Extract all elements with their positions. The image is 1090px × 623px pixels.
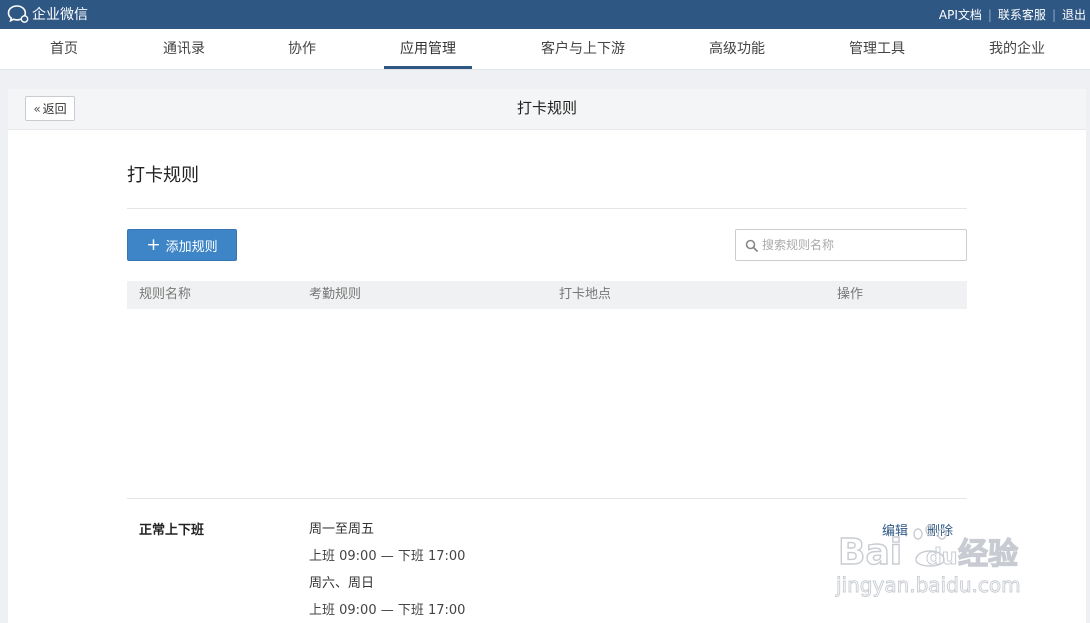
nav-item-contacts[interactable]: 通讯录 xyxy=(158,29,210,69)
search-input[interactable] xyxy=(762,230,962,260)
brand-name: 企业微信 xyxy=(32,7,88,23)
nav-item-customers[interactable]: 客户与上下游 xyxy=(536,29,630,69)
delete-link[interactable]: 删除 xyxy=(927,520,953,539)
top-bar: 企业微信 API文档 | 联系客服 | 退出 xyxy=(0,0,1090,29)
header-checkin-location: 打卡地点 xyxy=(559,287,612,302)
panel-title: 打卡规则 xyxy=(516,99,577,117)
header-rule-name: 规则名称 xyxy=(139,287,192,302)
rule-time: 上班 09:00 — 下班 17:00 xyxy=(309,603,466,618)
rule-days: 周一至周五 xyxy=(309,522,375,537)
divider xyxy=(127,208,967,209)
add-rule-label: 添加规则 xyxy=(165,239,218,255)
plus-icon: + xyxy=(146,234,161,255)
rule-days: 周六、周日 xyxy=(309,576,375,591)
rule-name: 正常上下班 xyxy=(139,523,205,538)
nav-item-home[interactable]: 首页 xyxy=(44,29,84,69)
contact-support-link[interactable]: 联系客服 xyxy=(998,6,1046,23)
section-title: 打卡规则 xyxy=(127,165,199,186)
nav-item-my-enterprise[interactable]: 我的企业 xyxy=(984,29,1050,69)
search-box[interactable] xyxy=(735,229,967,261)
top-links: API文档 | 联系客服 | 退出 xyxy=(939,0,1086,29)
table-header: 规则名称 考勤规则 打卡地点 操作 xyxy=(127,281,967,309)
double-chevron-left-icon: « xyxy=(33,101,41,116)
back-button[interactable]: « 返回 xyxy=(25,96,75,121)
content-panel: 打卡规则 « 返回 打卡规则 + 添加规则 规则名称 考勤规则 打卡地点 操作 … xyxy=(8,89,1086,623)
separator: | xyxy=(1051,7,1056,22)
search-icon xyxy=(745,239,758,252)
separator: | xyxy=(987,7,992,22)
brand[interactable]: 企业微信 xyxy=(7,4,88,24)
add-rule-button[interactable]: + 添加规则 xyxy=(127,229,237,261)
nav-item-advanced[interactable]: 高级功能 xyxy=(704,29,770,69)
edit-link[interactable]: 编辑 xyxy=(882,520,908,539)
rule-time: 上班 09:00 — 下班 17:00 xyxy=(309,549,466,564)
main-nav: 首页 通讯录 协作 应用管理 客户与上下游 高级功能 管理工具 我的企业 xyxy=(0,29,1090,70)
nav-item-management-tools[interactable]: 管理工具 xyxy=(844,29,910,69)
panel-header: 打卡规则 « 返回 xyxy=(8,89,1086,130)
nav-item-collaboration[interactable]: 协作 xyxy=(284,29,320,69)
header-attendance-rule: 考勤规则 xyxy=(309,287,362,302)
back-button-label: 返回 xyxy=(42,102,67,116)
api-docs-link[interactable]: API文档 xyxy=(939,6,982,23)
nav-item-app-management[interactable]: 应用管理 xyxy=(384,29,472,69)
logout-link[interactable]: 退出 xyxy=(1062,6,1086,23)
wecom-logo-icon xyxy=(7,5,29,23)
table-row: 正常上下班 周一至周五 上班 09:00 — 下班 17:00 周六、周日 上班… xyxy=(127,499,967,623)
header-actions: 操作 xyxy=(837,287,864,302)
